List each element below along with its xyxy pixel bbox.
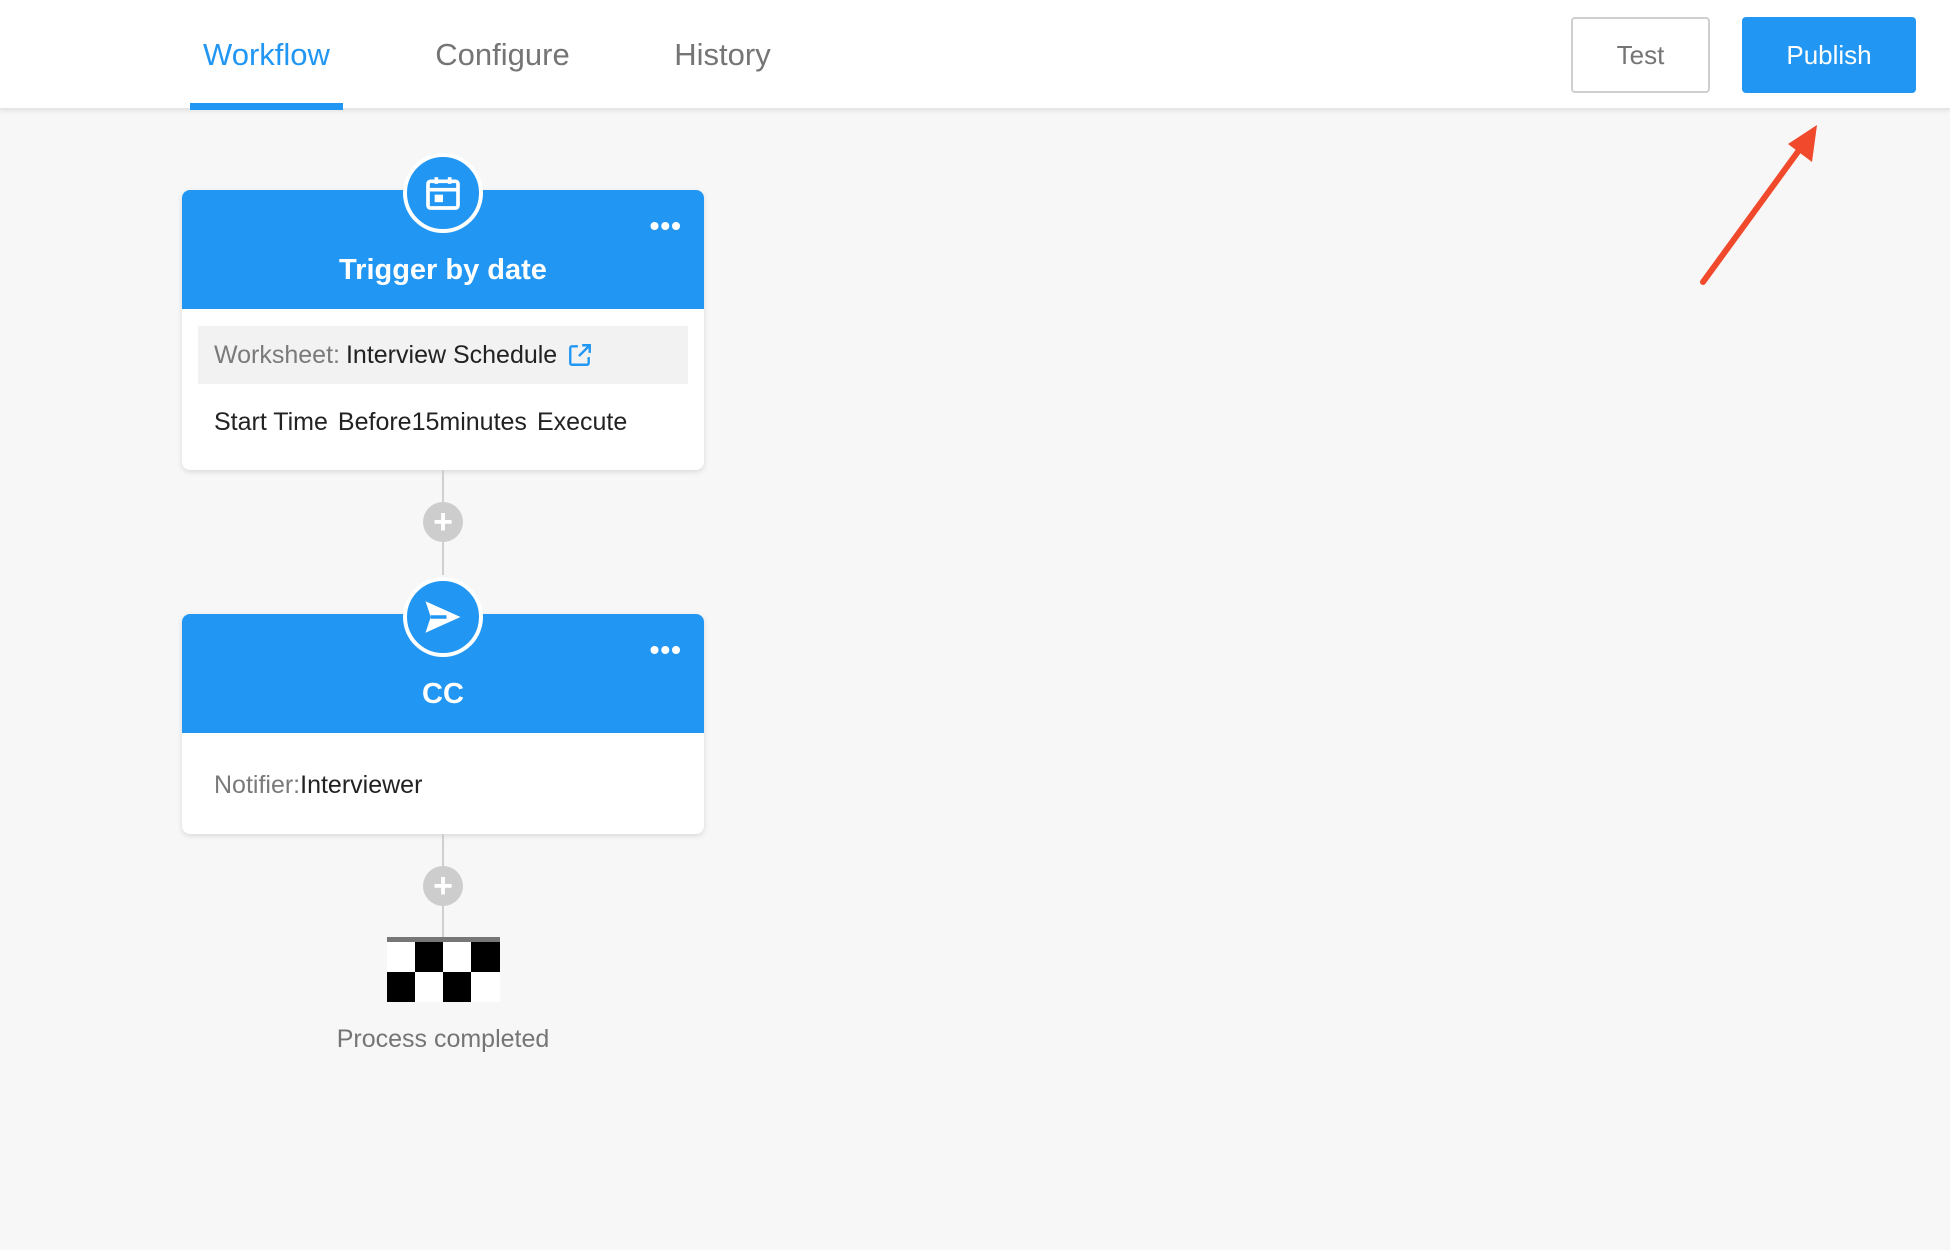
add-node-plus-icon[interactable]: + [423, 866, 463, 906]
tab-workflow[interactable]: Workflow [190, 0, 343, 110]
condition-field: Start Time [214, 408, 328, 436]
test-button[interactable]: Test [1571, 17, 1710, 93]
send-icon [403, 577, 483, 657]
condition-offset: Before15minutes [337, 408, 527, 436]
condition-action: Execute [536, 408, 628, 436]
trigger-condition: Start Time Before15minutes Execute [182, 384, 704, 437]
add-node-plus-icon[interactable]: + [423, 502, 463, 542]
worksheet-row: Worksheet: Interview Schedule [198, 326, 688, 384]
cc-node-title: CC [422, 678, 464, 710]
worksheet-label: Worksheet: [214, 340, 340, 369]
checkered-flag-icon [387, 937, 500, 1002]
trigger-node-header: ••• Trigger by date [182, 153, 704, 309]
cc-more-options-icon[interactable]: ••• [650, 636, 682, 664]
external-link-icon[interactable] [567, 342, 593, 368]
notifier-label: Notifier: [214, 771, 301, 799]
trigger-more-options-icon[interactable]: ••• [650, 212, 682, 240]
worksheet-value: Interview Schedule [345, 340, 558, 369]
annotation-arrow [1700, 125, 1817, 285]
top-navigation-bar: Workflow Configure History Test Publish [0, 0, 1950, 110]
trigger-node-title: Trigger by date [339, 254, 547, 286]
tab-history[interactable]: History [660, 0, 785, 110]
publish-button[interactable]: Publish [1742, 17, 1916, 93]
cc-node-header: ••• CC [182, 577, 704, 733]
cc-node-card[interactable]: ••• CC Notifier:Interviewer [182, 577, 704, 834]
notifier-value: Interviewer [300, 771, 423, 799]
notifier-row: Notifier:Interviewer [182, 733, 704, 800]
process-completed-label: Process completed [336, 1025, 550, 1053]
tab-configure[interactable]: Configure [420, 0, 585, 110]
trigger-node-card[interactable]: ••• Trigger by date Worksheet: Interview… [182, 153, 704, 470]
calendar-icon [403, 153, 483, 233]
